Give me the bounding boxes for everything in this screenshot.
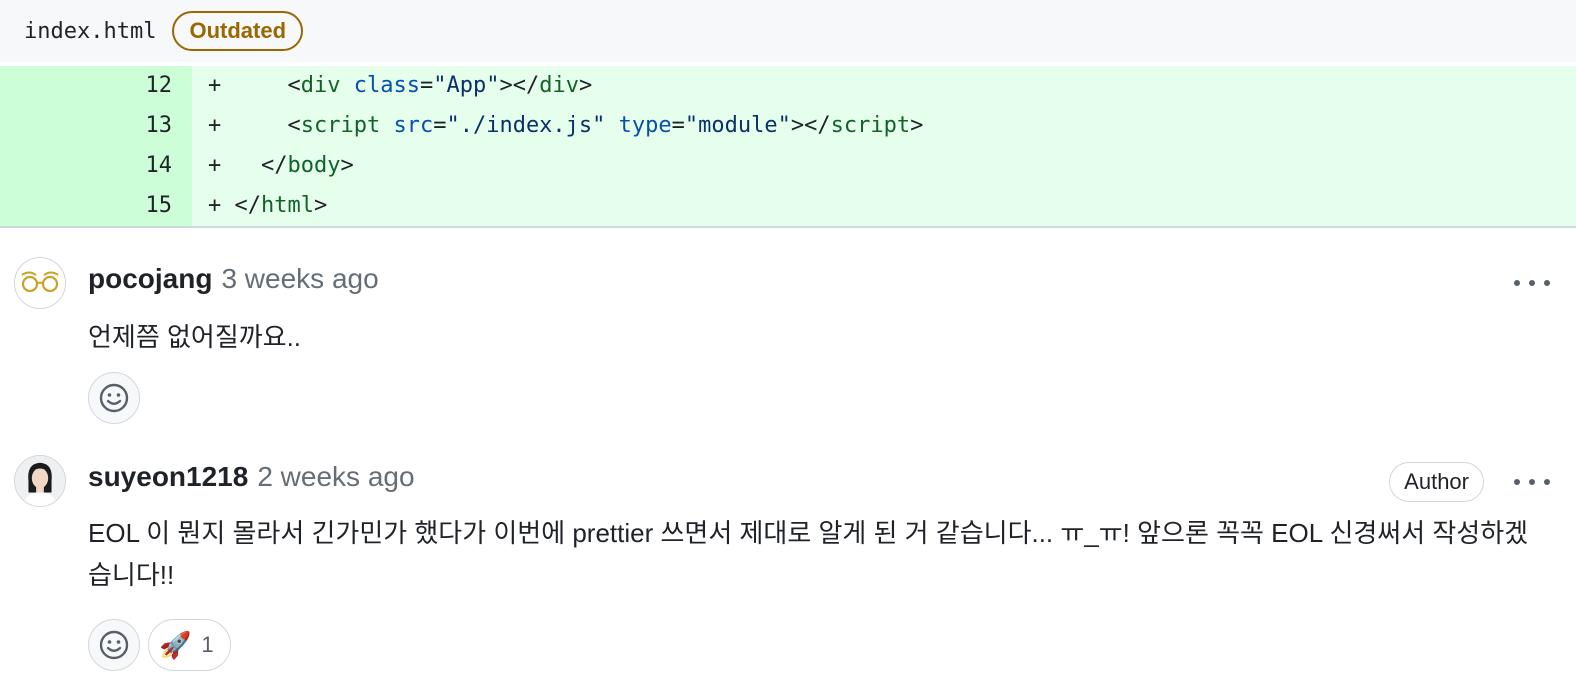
comment-author[interactable]: suyeon1218 bbox=[88, 461, 248, 493]
diff-line: 14 + </body> bbox=[0, 146, 1576, 186]
diff-line: 12 + <div class="App"></div> bbox=[0, 66, 1576, 106]
comment-timestamp[interactable]: 2 weeks ago bbox=[257, 461, 414, 493]
diff-sign: + bbox=[208, 193, 222, 218]
avatar[interactable] bbox=[14, 455, 66, 507]
diff-line: 13 + <script src="./index.js" type="modu… bbox=[0, 106, 1576, 146]
line-code: + </body> bbox=[208, 153, 354, 178]
diff-sign: + bbox=[208, 73, 222, 98]
more-options-icon[interactable] bbox=[1514, 271, 1550, 295]
comment-header: pocojang 3 weeks ago bbox=[88, 263, 379, 295]
reaction-rocket-button[interactable]: 🚀 1 bbox=[148, 619, 231, 671]
smiley-icon bbox=[99, 630, 129, 660]
comment-timestamp[interactable]: 3 weeks ago bbox=[221, 263, 378, 295]
add-reaction-button[interactable] bbox=[88, 372, 140, 424]
add-reaction-button[interactable] bbox=[88, 619, 140, 671]
diff-hunk: 12 + <div class="App"></div> 13 + <scrip… bbox=[0, 66, 1576, 228]
file-header: index.html Outdated bbox=[0, 0, 1576, 62]
line-code: + <div class="App"></div> bbox=[208, 73, 593, 98]
diff-divider bbox=[0, 226, 1576, 228]
comment-body: 언제쯤 없어질까요.. bbox=[88, 322, 302, 352]
more-options-icon[interactable] bbox=[1514, 470, 1550, 494]
glasses-icon bbox=[19, 269, 61, 298]
outdated-badge: Outdated bbox=[172, 11, 304, 51]
reactions-bar: 🚀 1 bbox=[88, 619, 231, 671]
rocket-icon: 🚀 bbox=[159, 629, 192, 660]
line-number[interactable]: 13 bbox=[0, 106, 192, 146]
person-avatar bbox=[15, 456, 65, 506]
reaction-count: 1 bbox=[201, 632, 214, 657]
author-badge: Author bbox=[1389, 462, 1484, 502]
comment-header: suyeon1218 2 weeks ago bbox=[88, 461, 415, 493]
line-code: + <script src="./index.js" type="module"… bbox=[208, 113, 924, 138]
diff-line: 15 + </html> bbox=[0, 186, 1576, 226]
diff-sign: + bbox=[208, 113, 222, 138]
line-number[interactable]: 14 bbox=[0, 146, 192, 186]
comment-author[interactable]: pocojang bbox=[88, 263, 212, 295]
line-code: + </html> bbox=[208, 193, 328, 218]
comment-body: EOL 이 뭔지 몰라서 긴가민가 했다가 이번에 prettier 쓰면서 제… bbox=[88, 518, 1529, 590]
smiley-icon bbox=[99, 383, 129, 413]
avatar[interactable] bbox=[14, 257, 66, 309]
file-name[interactable]: index.html bbox=[24, 19, 156, 44]
diff-sign: + bbox=[208, 153, 222, 178]
line-number[interactable]: 15 bbox=[0, 186, 192, 226]
line-number[interactable]: 12 bbox=[0, 66, 192, 106]
reactions-bar bbox=[88, 372, 140, 424]
